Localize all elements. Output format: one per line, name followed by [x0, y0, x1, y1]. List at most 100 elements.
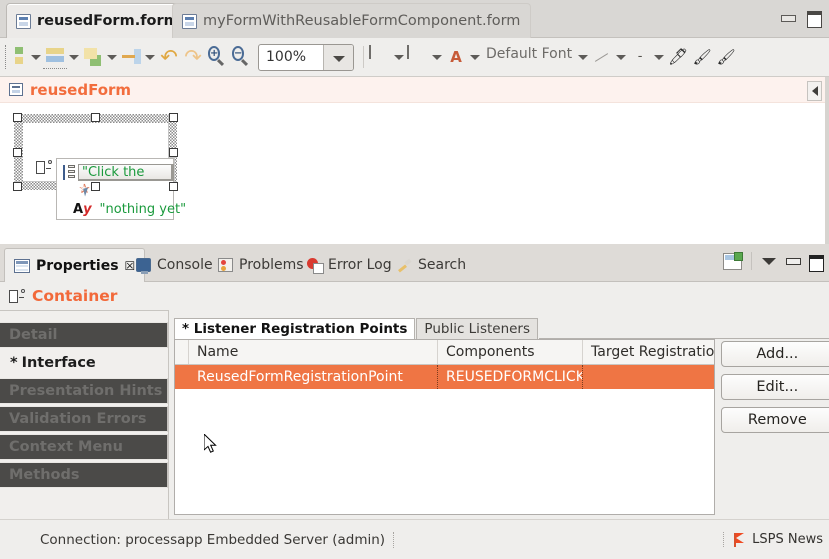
dash-style-icon[interactable]: - [628, 45, 652, 69]
tab-public-listeners[interactable]: Public Listeners [416, 318, 539, 339]
font-name-label[interactable]: Default Font [482, 46, 576, 62]
tab-console[interactable]: Console [127, 248, 222, 282]
line-style-dropdown-icon[interactable] [614, 46, 628, 68]
fill-brush-icon[interactable]: 🖌 [690, 45, 714, 69]
dash-style-dropdown-icon[interactable] [652, 46, 666, 68]
column-header-name[interactable]: Name [189, 340, 438, 364]
size-dropdown-icon[interactable] [105, 46, 119, 68]
resize-handle-n[interactable] [91, 113, 100, 122]
label-component-row[interactable]: Ay "nothing yet" [73, 202, 186, 217]
properties-section-list: Detail * Interface Presentation Hints Va… [0, 310, 169, 519]
collapse-left-arrow-icon[interactable] [807, 81, 822, 101]
align-dropdown-icon[interactable] [29, 46, 43, 68]
resize-handle-e[interactable] [169, 148, 178, 157]
list-button-icon [63, 165, 75, 180]
sidebar-item-validation-errors[interactable]: Validation Errors [0, 406, 168, 432]
align-icon[interactable] [5, 45, 29, 69]
inner-tab-bar: * Listener Registration Points Public Li… [174, 318, 829, 339]
editor-toolbar: ↶ ↷ + − 100% A Default Font - 🖊 🖌 🖌 [0, 38, 829, 77]
sidebar-item-label: Detail [9, 327, 58, 343]
column-header-target-registration[interactable]: Target Registratio [583, 340, 714, 364]
lsps-news-item[interactable]: LSPS News [723, 532, 823, 547]
container-component-box[interactable]: "Click the ✰ Ay "nothing yet" [56, 158, 186, 220]
bar-glyph [369, 45, 371, 59]
sidebar-item-label: Interface [21, 355, 96, 371]
clear-brush-icon[interactable]: 🖌 [714, 45, 738, 69]
font-name-dropdown-icon[interactable] [576, 46, 590, 68]
table-action-buttons: Add... Edit... Remove [721, 339, 829, 515]
table-row[interactable]: ReusedFormRegistrationPoint REUSEDFORMCL… [175, 365, 715, 389]
properties-icon [14, 258, 30, 273]
action-separator [751, 252, 752, 270]
zoom-level-combo[interactable]: 100% [258, 43, 354, 71]
editor-tab-label: reusedForm.form [37, 13, 179, 29]
toolbar-separator [363, 46, 364, 68]
tab-listener-registration-points[interactable]: * Listener Registration Points [174, 318, 416, 339]
font-color-icon[interactable]: A [444, 45, 468, 69]
selected-component-frame[interactable]: "Click the ✰ Ay "nothing yet" [13, 113, 186, 220]
remove-button[interactable]: Remove [721, 407, 829, 433]
maximize-icon[interactable] [807, 10, 822, 28]
resize-handle-se[interactable] [169, 182, 178, 191]
distribute-dropdown-icon[interactable] [67, 46, 81, 68]
line-width-dropdown-icon[interactable] [392, 46, 406, 68]
button-component-row[interactable]: "Click the [63, 164, 174, 181]
sidebar-item-methods[interactable]: Methods [0, 462, 168, 488]
form-file-icon [16, 13, 31, 29]
table-header: Name Components Target Registratio [175, 340, 715, 365]
zoom-in-icon[interactable]: + [205, 45, 229, 69]
container-icon [36, 160, 52, 175]
view-tab-bar: Properties ☒ Console Problems Error Log … [0, 244, 829, 282]
zoom-level-dropdown-icon[interactable] [323, 44, 353, 70]
line-style-icon[interactable] [590, 45, 614, 69]
tab-label: Search [418, 257, 467, 273]
flag-icon [734, 532, 745, 547]
sidebar-item-presentation-hints[interactable]: Presentation Hints [0, 378, 168, 404]
tab-properties[interactable]: Properties ☒ [4, 248, 146, 282]
fill-color-dropdown-icon[interactable] [430, 46, 444, 68]
tab-problems[interactable]: Problems [209, 248, 313, 282]
edit-button[interactable]: Edit... [721, 374, 829, 400]
zoom-out-icon[interactable]: − [229, 45, 253, 69]
minimize-icon[interactable] [781, 10, 796, 24]
window-controls [781, 10, 822, 28]
resize-handle-sw[interactable] [13, 182, 22, 191]
page-title: Container [32, 287, 118, 305]
sidebar-item-detail[interactable]: Detail [0, 322, 168, 348]
add-button[interactable]: Add... [721, 341, 829, 367]
form-editor-canvas[interactable]: reusedForm "Click the ✰ Ay "nothing yet" [0, 77, 829, 244]
match-icon[interactable] [119, 45, 143, 69]
label-icon-y: y [83, 202, 92, 217]
resize-handle-ne[interactable] [169, 113, 178, 122]
sidebar-item-context-menu[interactable]: Context Menu [0, 434, 168, 460]
resize-handle-nw[interactable] [13, 113, 22, 122]
redo-arrow-icon[interactable]: ↷ [181, 45, 205, 69]
match-dropdown-icon[interactable] [143, 46, 157, 68]
tab-label: Problems [239, 257, 304, 273]
column-header-components[interactable]: Components [438, 340, 583, 364]
listener-registration-table[interactable]: Name Components Target Registratio Reuse… [174, 339, 716, 515]
color-picker-icon[interactable]: 🖊 [666, 45, 690, 69]
resize-handle-s[interactable] [91, 182, 100, 191]
line-width-icon[interactable] [368, 45, 392, 69]
resize-handle-w[interactable] [13, 148, 22, 157]
distribute-icon[interactable] [43, 45, 67, 69]
minimize-icon[interactable] [786, 254, 801, 268]
undo-arrow-icon[interactable]: ↶ [157, 45, 181, 69]
fill-color-icon[interactable] [406, 45, 430, 69]
row-cell-target-registration [583, 365, 714, 389]
view-action-bar [723, 251, 824, 272]
chevron-down-icon[interactable] [761, 253, 777, 269]
editor-tab-myformwithreusableformcomponent[interactable]: myFormWithReusableFormComponent.form [172, 3, 532, 38]
tab-error-log[interactable]: Error Log [298, 248, 401, 282]
tab-label: Properties [36, 257, 119, 274]
editor-scrollbar[interactable] [825, 77, 829, 244]
mouse-cursor [204, 434, 217, 453]
font-color-dropdown-icon[interactable] [468, 46, 482, 68]
sidebar-item-interface[interactable]: * Interface [0, 350, 168, 376]
button-component-label[interactable]: "Click the [78, 164, 174, 181]
size-icon[interactable] [81, 45, 105, 69]
maximize-icon[interactable] [809, 254, 824, 272]
tab-search[interactable]: Search [388, 248, 475, 282]
new-view-icon[interactable] [723, 251, 743, 270]
